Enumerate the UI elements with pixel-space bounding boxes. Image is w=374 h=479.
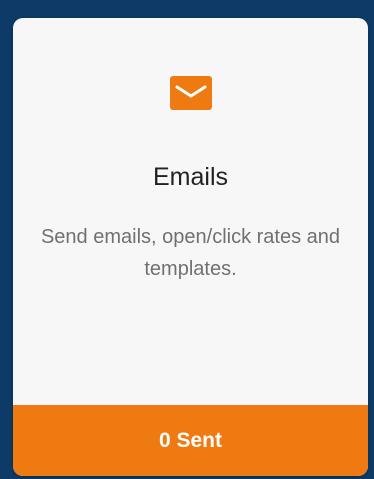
sent-count-label: 0 Sent bbox=[158, 428, 223, 452]
emails-card[interactable]: Emails Send emails, open/click rates and… bbox=[13, 18, 368, 476]
card-title: Emails bbox=[152, 163, 228, 191]
sent-count-button[interactable]: 0 Sent bbox=[13, 405, 368, 476]
card-description: Send emails, open/click rates and templa… bbox=[40, 226, 341, 280]
envelope-icon bbox=[169, 76, 212, 110]
